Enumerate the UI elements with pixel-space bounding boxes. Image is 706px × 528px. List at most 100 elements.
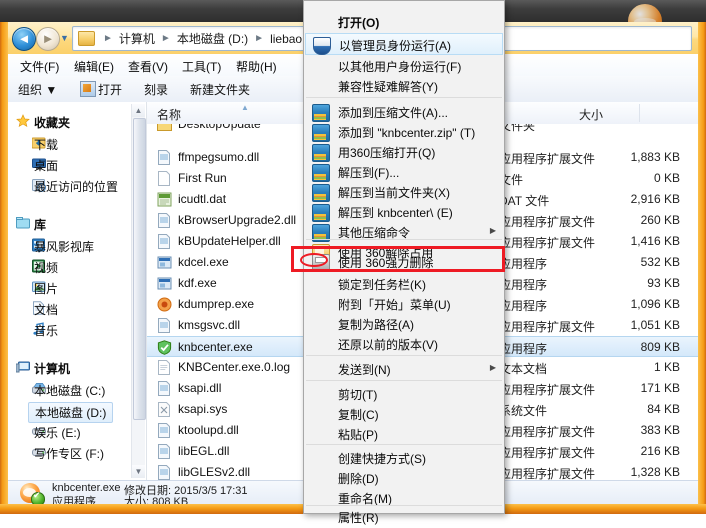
open-button[interactable]: 打开 xyxy=(98,81,122,98)
file-name[interactable]: libGLESv2.dll xyxy=(178,465,250,479)
new-folder-button[interactable]: 新建文件夹 xyxy=(190,81,250,98)
back-arrow-icon: ◄ xyxy=(17,31,31,46)
sidebar-item-pictures[interactable]: 图片 xyxy=(34,280,58,297)
context-menu-item-paste[interactable]: 粘贴(P) xyxy=(305,423,503,445)
burn-button[interactable]: 刻录 xyxy=(144,81,168,98)
menu-help[interactable]: 帮助(H) xyxy=(232,57,281,76)
file-name[interactable]: ktoolupd.dll xyxy=(178,423,239,437)
file-name[interactable]: ffmpegsumo.dll xyxy=(178,150,259,164)
file-size: 1,416 KB xyxy=(630,234,680,248)
column-divider[interactable] xyxy=(639,104,640,122)
context-menu-item-cut[interactable]: 剪切(T) xyxy=(305,383,503,405)
file-type: DAT 文件 xyxy=(499,194,550,208)
context-menu-item-add-to-named-zip[interactable]: 添加到 "knbcenter.zip" (T) xyxy=(305,121,503,143)
sidebar-item-recent-places[interactable]: 最近访问的位置 xyxy=(34,178,118,195)
recent-locations-chevron-down-icon[interactable]: ▼ xyxy=(60,33,69,43)
breadcrumb-drive-d[interactable]: 本地磁盘 (D:) xyxy=(175,30,250,47)
context-menu-item-compatibility-troubleshoot[interactable]: 兼容性疑难解答(Y) xyxy=(305,75,503,97)
menu-tools[interactable]: 工具(T) xyxy=(178,57,225,76)
file-name[interactable]: kdumprep.exe xyxy=(178,297,254,311)
navigation-scrollbar[interactable]: ▲ ▼ xyxy=(131,104,146,478)
breadcrumb-liebao[interactable]: liebao xyxy=(268,32,304,46)
sidebar-item-documents[interactable]: 文档 xyxy=(34,301,58,318)
context-menu-item-pin-to-taskbar[interactable]: 锁定到任务栏(K) xyxy=(305,273,503,295)
context-menu-item-extract-here[interactable]: 解压到当前文件夹(X) xyxy=(305,181,503,203)
sidebar-item-drive-e[interactable]: 娱乐 (E:) xyxy=(34,424,81,441)
file-name[interactable]: libEGL.dll xyxy=(178,444,229,458)
context-menu-item-run-as-other-user[interactable]: 以其他用户身份运行(F) xyxy=(305,55,503,77)
context-menu-item-run-as-admin[interactable]: 以管理员身份运行(A) xyxy=(305,33,503,55)
context-menu-item-extract-to-folder[interactable]: 解压到 knbcenter\ (E) xyxy=(305,201,503,223)
context-menu-item-open[interactable]: 打开(O) xyxy=(305,11,503,33)
column-header-name[interactable]: 名称 xyxy=(157,106,181,123)
column-header-size[interactable]: 大小 xyxy=(579,106,603,123)
file-name[interactable]: kBrowserUpgrade2.dll xyxy=(178,213,296,227)
shield-icon xyxy=(313,37,331,55)
file-name[interactable]: kdcel.exe xyxy=(178,255,229,269)
star-icon xyxy=(16,114,30,128)
context-menu-item-restore-previous-versions[interactable]: 还原以前的版本(V) xyxy=(305,333,503,355)
sidebar-item-drive-d[interactable]: 本地磁盘 (D:) xyxy=(28,402,114,423)
sidebar-item-drive-f[interactable]: 写作专区 (F:) xyxy=(34,445,104,462)
window-frame-right xyxy=(698,22,706,514)
context-menu-item-properties[interactable]: 属性(R) xyxy=(305,506,503,528)
annotation-highlight-box xyxy=(291,246,505,272)
context-menu-item-send-to[interactable]: 发送到(N) ▶ xyxy=(305,358,503,380)
organize-button[interactable]: 组织 ▼ xyxy=(18,81,57,98)
file-name[interactable]: KNBCenter.exe.0.log xyxy=(178,360,290,374)
shield-app-icon xyxy=(157,340,172,355)
sidebar-item-music[interactable]: 音乐 xyxy=(34,322,58,339)
nav-group-libraries[interactable]: 库 xyxy=(34,216,46,233)
menu-edit[interactable]: 编辑(E) xyxy=(70,57,118,76)
context-menu-item-delete[interactable]: 删除(D) xyxy=(305,467,503,489)
menu-file[interactable]: 文件(F) xyxy=(16,57,63,76)
sidebar-item-videos[interactable]: 视频 xyxy=(34,259,58,276)
navigation-pane: 收藏夹 下载 桌面 最近访问的位置 库 暴风影视库 视频 图片 文档 音乐 计算… xyxy=(8,102,147,480)
sidebar-item-drive-c[interactable]: 本地磁盘 (C:) xyxy=(34,382,105,399)
scroll-up-arrow-icon[interactable]: ▲ xyxy=(132,104,145,117)
sidebar-item-downloads[interactable]: 下载 xyxy=(34,136,58,153)
context-menu-item-copy-as-path[interactable]: 复制为路径(A) xyxy=(305,313,503,335)
archive-icon xyxy=(312,184,330,202)
file-type: 应用程序扩展文件 xyxy=(499,425,596,439)
breadcrumb-computer[interactable]: 计算机 xyxy=(117,30,157,47)
menu-view[interactable]: 查看(V) xyxy=(124,57,172,76)
file-name[interactable]: First Run xyxy=(178,171,227,185)
scrollbar-thumb[interactable] xyxy=(133,118,146,420)
file-name[interactable]: DesktopUpdate xyxy=(178,124,261,131)
context-menu-item-extract-to[interactable]: 解压到(F)... xyxy=(305,161,503,183)
file-name[interactable]: ksapi.sys xyxy=(178,402,227,416)
file-name[interactable]: icudtl.dat xyxy=(178,192,226,206)
file-type: 应用程序扩展文件 xyxy=(499,152,596,166)
scroll-down-arrow-icon[interactable]: ▼ xyxy=(132,465,145,478)
breadcrumb-separator: ► xyxy=(103,33,113,44)
nav-group-computer[interactable]: 计算机 xyxy=(34,360,70,377)
file-name[interactable]: kmsgsvc.dll xyxy=(178,318,240,332)
nav-group-favorites[interactable]: 收藏夹 xyxy=(34,114,70,131)
file-size: 260 KB xyxy=(640,213,680,227)
archive-icon xyxy=(312,124,330,142)
log-icon xyxy=(157,360,172,375)
context-menu-item-pin-to-start-menu[interactable]: 附到「开始」菜单(U) xyxy=(305,293,503,315)
file-size: 383 KB xyxy=(640,423,680,437)
file-name[interactable]: knbcenter.exe xyxy=(178,340,253,354)
menu-separator xyxy=(306,380,502,381)
sidebar-item-video-library[interactable]: 暴风影视库 xyxy=(34,238,94,255)
app-orange-icon xyxy=(157,297,172,312)
context-menu-item-add-to-archive[interactable]: 添加到压缩文件(A)... xyxy=(305,101,503,123)
file-name[interactable]: kdf.exe xyxy=(178,276,217,290)
forward-button[interactable]: ► xyxy=(36,27,60,51)
dll-icon xyxy=(157,381,172,396)
file-name[interactable]: kBUpdateHelper.dll xyxy=(178,234,281,248)
back-button[interactable]: ◄ xyxy=(12,27,36,51)
archive-icon xyxy=(312,204,330,222)
menu-item-label: 复制为路径(A) xyxy=(338,318,414,332)
context-menu-item-copy[interactable]: 复制(C) xyxy=(305,403,503,425)
menu-item-label: 创建快捷方式(S) xyxy=(338,452,426,466)
file-name[interactable]: ksapi.dll xyxy=(178,381,221,395)
shield-app-icon xyxy=(18,483,45,504)
sidebar-item-desktop[interactable]: 桌面 xyxy=(34,157,58,174)
context-menu-item-create-shortcut[interactable]: 创建快捷方式(S) xyxy=(305,447,503,469)
file-size: 532 KB xyxy=(640,255,680,269)
context-menu-item-open-with-360zip[interactable]: 用360压缩打开(Q) xyxy=(305,141,503,163)
